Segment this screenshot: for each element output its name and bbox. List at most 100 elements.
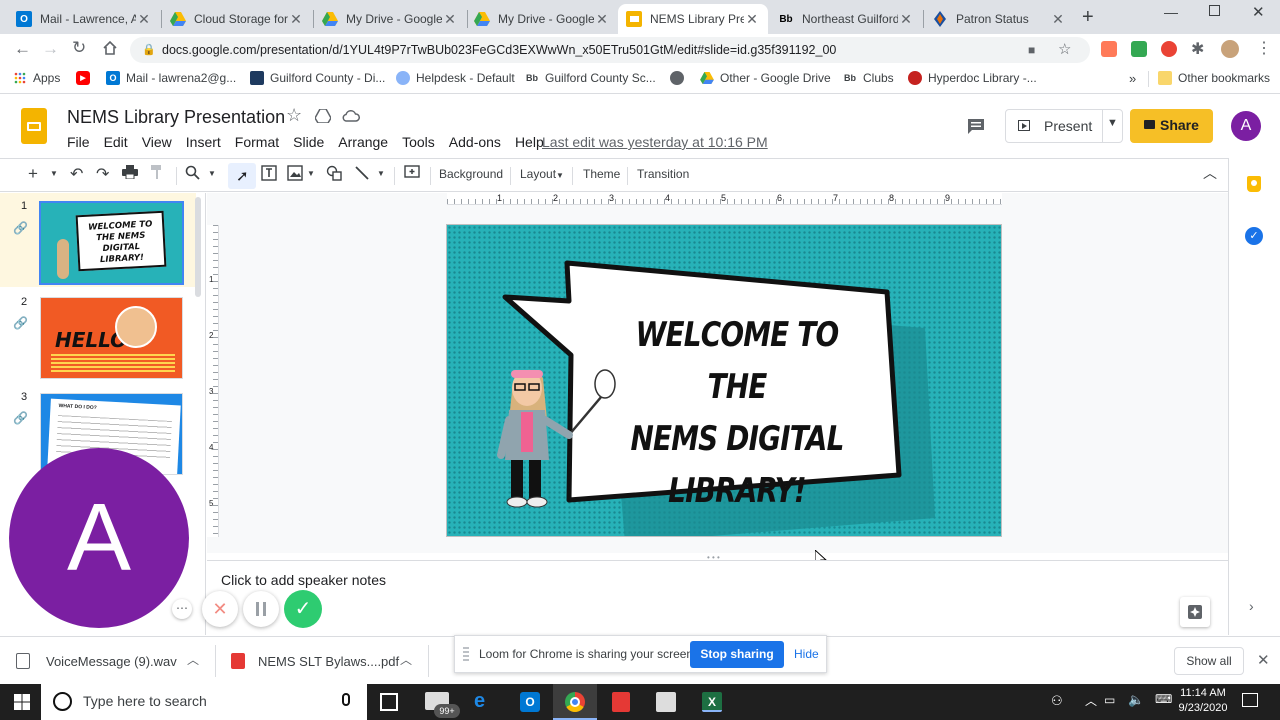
last-edit-link[interactable]: Last edit was yesterday at 10:16 PM: [542, 134, 768, 150]
layout-button[interactable]: Layout▼: [520, 167, 564, 181]
bookmark-helpdesk[interactable]: Helpdesk - Default: [396, 71, 515, 85]
text-box-icon[interactable]: [261, 165, 277, 184]
keep-icon[interactable]: [1247, 176, 1261, 192]
slide-title-text[interactable]: WELCOME TO THE NEMS DIGITAL LIBRARY!: [622, 309, 852, 517]
url-bar[interactable]: 🔒 docs.google.com/presentation/d/1YUL4t9…: [130, 37, 1090, 63]
hide-button[interactable]: Hide: [794, 647, 819, 661]
bookmark-hyperdoc[interactable]: Hyperdoc Library -...: [908, 71, 1037, 85]
filmstrip-scrollbar[interactable]: [195, 197, 201, 297]
menu-view[interactable]: View: [142, 134, 172, 150]
comment-history-icon[interactable]: [966, 117, 986, 138]
close-icon[interactable]: ✕: [594, 11, 610, 28]
account-avatar[interactable]: A: [1231, 111, 1261, 141]
close-icon[interactable]: ✕: [1050, 11, 1066, 28]
drag-handle-icon[interactable]: [463, 647, 469, 661]
bookmark-guilford-schools[interactable]: Bb Guilford County Sc...: [525, 71, 656, 85]
download-item-bylaws[interactable]: NEMS SLT Bylaws....pdf: [258, 654, 399, 669]
new-tab-icon[interactable]: +: [1082, 6, 1094, 29]
loom-cancel-icon[interactable]: ✕: [202, 591, 238, 627]
loom-camera-bubble[interactable]: A: [9, 448, 189, 628]
menu-format[interactable]: Format: [235, 134, 279, 150]
chevron-up-icon[interactable]: ︿: [400, 651, 412, 668]
tab-nems-library-active[interactable]: NEMS Library Pres ✕: [618, 4, 768, 34]
menu-tools[interactable]: Tools: [402, 134, 435, 150]
menu-edit[interactable]: Edit: [104, 134, 128, 150]
tasks-icon[interactable]: ✓: [1245, 227, 1263, 245]
print-icon[interactable]: [122, 165, 138, 182]
close-downloads-icon[interactable]: ✕: [1257, 651, 1270, 669]
bookmark-mail[interactable]: O Mail - lawrena2@g...: [106, 71, 236, 85]
tab-patron-status[interactable]: Patron Status ✕: [924, 4, 1074, 34]
tab-my-drive-1[interactable]: My Drive - Google ✕: [314, 4, 466, 34]
tab-northeast-guilford[interactable]: Bb Northeast Guilford ✕: [770, 4, 922, 34]
expand-panel-chevron-icon[interactable]: ›: [1249, 598, 1254, 614]
speaker-notes-placeholder[interactable]: Click to add speaker notes: [221, 572, 386, 588]
image-icon[interactable]: [287, 165, 303, 184]
paint-format-icon[interactable]: [150, 165, 164, 182]
bookmark-other-bookmarks[interactable]: Other bookmarks: [1158, 71, 1270, 85]
menu-addons[interactable]: Add-ons: [449, 134, 501, 150]
slides-logo[interactable]: [21, 108, 47, 144]
new-slide-icon[interactable]: +: [28, 164, 38, 184]
stop-sharing-button[interactable]: Stop sharing: [690, 641, 784, 668]
close-icon[interactable]: ✕: [136, 11, 152, 28]
menu-insert[interactable]: Insert: [186, 134, 221, 150]
menu-file[interactable]: File: [67, 134, 90, 150]
store-icon[interactable]: [656, 692, 676, 712]
forward-icon[interactable]: →: [42, 39, 59, 59]
present-button[interactable]: Present ▼: [1005, 109, 1123, 143]
doc-title[interactable]: NEMS Library Presentation: [67, 107, 285, 128]
acrobat-icon[interactable]: [612, 692, 630, 712]
show-all-button[interactable]: Show all: [1174, 647, 1244, 675]
microphone-icon[interactable]: [342, 693, 350, 706]
menu-arrange[interactable]: Arrange: [338, 134, 388, 150]
chrome-taskbar-button[interactable]: [553, 684, 597, 720]
loom-pause-button[interactable]: [243, 591, 279, 627]
star-icon[interactable]: ☆: [286, 105, 302, 126]
explore-button[interactable]: [1180, 597, 1210, 627]
select-tool[interactable]: ➚: [228, 163, 256, 189]
people-icon[interactable]: ⚇: [1051, 693, 1063, 709]
share-button[interactable]: Share: [1130, 109, 1213, 143]
star-bookmark-icon[interactable]: ☆: [1058, 37, 1071, 63]
slide-thumbnail-1[interactable]: WELCOME TO THE NEMS DIGITAL LIBRARY!: [39, 201, 184, 285]
shape-icon[interactable]: [326, 165, 342, 184]
slide-thumbnail-2[interactable]: HELLO!: [40, 297, 183, 379]
menu-slide[interactable]: Slide: [293, 134, 324, 150]
outlook-icon[interactable]: O: [520, 692, 540, 712]
bookmark-clubs[interactable]: Bb Clubs: [843, 71, 894, 85]
close-icon[interactable]: ✕: [744, 11, 760, 28]
tray-chevron-up-icon[interactable]: ︿: [1085, 692, 1097, 709]
extension-icon[interactable]: [1101, 41, 1117, 57]
close-icon[interactable]: ✕: [898, 11, 914, 28]
cloud-saved-icon[interactable]: [342, 109, 360, 126]
menu-help[interactable]: Help: [515, 134, 544, 150]
background-button[interactable]: Background: [439, 167, 503, 181]
reload-icon[interactable]: ↻: [72, 38, 86, 58]
bookmark-other-drive[interactable]: Other - Google Drive: [700, 71, 831, 85]
tab-my-drive-2[interactable]: My Drive - Google ✕: [466, 4, 618, 34]
back-icon[interactable]: ←: [14, 39, 31, 59]
window-close-icon[interactable]: ✕: [1252, 3, 1265, 21]
bookmark-youtube[interactable]: ▶: [76, 71, 96, 85]
redo-icon[interactable]: ↷: [96, 164, 109, 184]
bookmark-apps[interactable]: Apps: [13, 71, 60, 85]
extension-icon[interactable]: [1161, 41, 1177, 57]
volume-icon[interactable]: 🔈: [1128, 692, 1144, 708]
keyboard-icon[interactable]: ⌨: [1155, 692, 1172, 706]
add-comment-icon[interactable]: [404, 165, 420, 184]
chrome-menu-icon[interactable]: ⋮: [1256, 38, 1272, 58]
loom-more-icon[interactable]: ⋯: [172, 599, 192, 619]
download-item-voicemessage[interactable]: VoiceMessage (9).wav: [46, 654, 177, 669]
bookmarks-overflow[interactable]: »: [1129, 71, 1136, 86]
chevron-up-icon[interactable]: ︿: [187, 651, 199, 668]
speaker-notes-panel[interactable]: Click to add speaker notes: [207, 560, 1228, 635]
close-icon[interactable]: ✕: [288, 11, 304, 28]
zoom-icon[interactable]: [185, 165, 200, 183]
bookmark-globe[interactable]: [670, 71, 690, 85]
bookmark-guilford-district[interactable]: Guilford County - Di...: [250, 71, 385, 85]
minimize-icon[interactable]: —: [1164, 4, 1178, 20]
line-icon[interactable]: [354, 165, 370, 184]
windows-start-icon[interactable]: [14, 694, 30, 713]
camera-icon[interactable]: ■: [1028, 37, 1035, 63]
